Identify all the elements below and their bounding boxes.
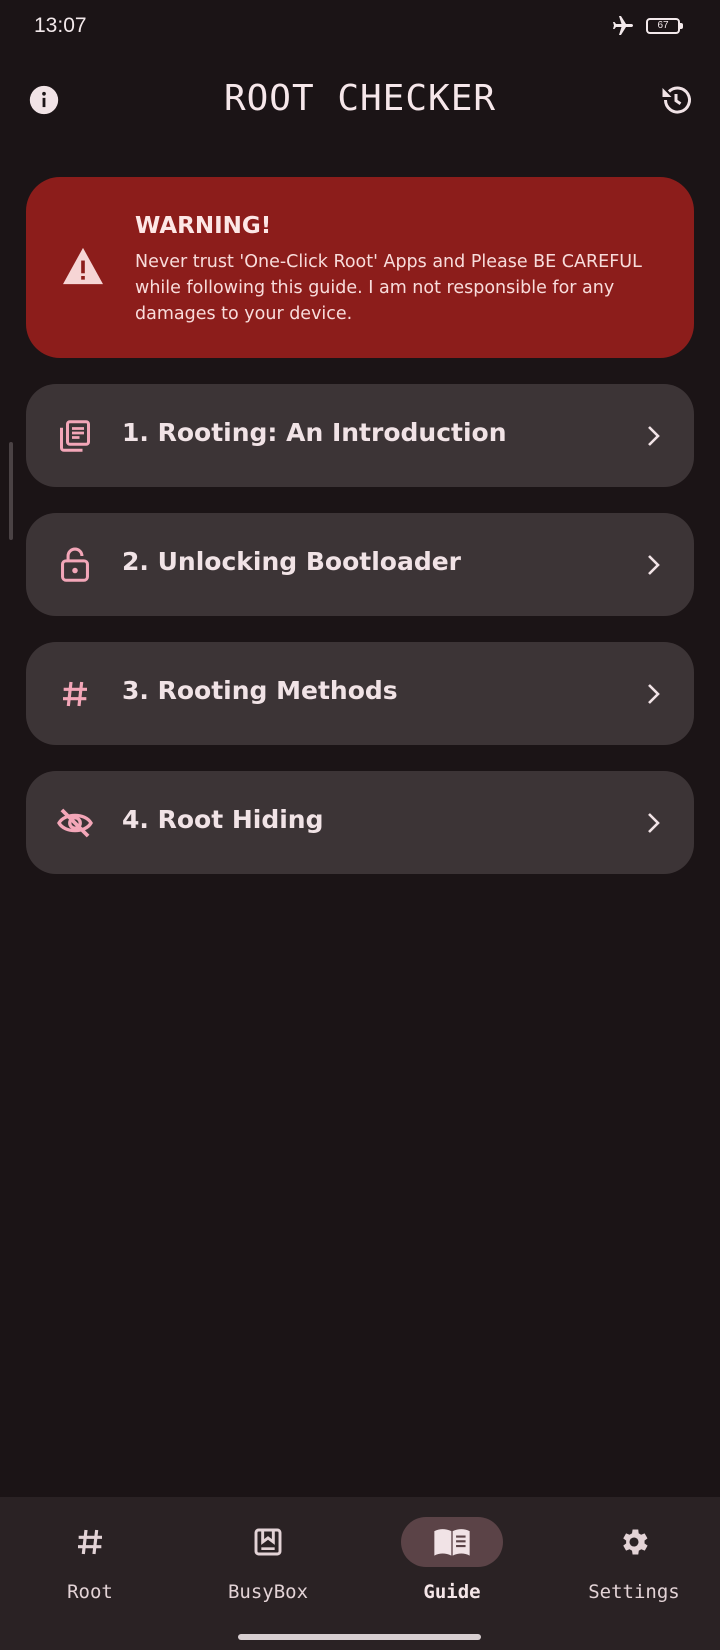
nav-pill [583,1517,685,1567]
nav-item-busybox[interactable]: BusyBox [178,1497,358,1627]
lock-open-icon [56,546,94,584]
nav-label: Settings [588,1581,680,1603]
eye-off-icon [56,804,94,842]
nav-pill-active [401,1517,503,1567]
warning-card: WARNING! Never trust 'One-Click Root' Ap… [26,177,694,358]
chevron-right-icon [648,555,660,575]
hash-icon [56,675,94,713]
status-bar: 13:07 67 [0,0,720,54]
nav-item-root[interactable]: Root [0,1497,180,1627]
warning-icon [63,247,103,285]
history-icon [662,86,691,114]
status-icons: 67 [610,14,683,38]
nav-item-guide[interactable]: Guide [362,1497,542,1627]
guide-list: 1. Rooting: An Introduction 2. Unlocking… [26,384,694,900]
airplane-icon [613,16,633,35]
status-time: 13:07 [34,14,87,37]
nav-pill [39,1517,141,1567]
guide-item-label: 2. Unlocking Bootloader [122,547,462,576]
app-bar: ROOT CHECKER [0,60,720,140]
book-icon [434,1529,470,1556]
battery-level: 67 [657,20,669,31]
nav-label: BusyBox [227,1581,309,1603]
bottom-navigation: Root BusyBox Guide Settings [0,1497,720,1650]
guide-item-root-hiding[interactable]: 4. Root Hiding [26,771,694,874]
guide-item-label: 4. Root Hiding [122,805,324,834]
nav-label: Guide [423,1581,481,1603]
chevron-right-icon [648,426,660,446]
battery-icon: 67 [646,18,683,34]
guide-item-rooting-methods[interactable]: 3. Rooting Methods [26,642,694,745]
warning-text: Never trust 'One-Click Root' Apps and Pl… [135,252,642,324]
home-indicator[interactable] [238,1634,481,1640]
scroll-indicator[interactable] [9,442,13,540]
guide-item-bootloader[interactable]: 2. Unlocking Bootloader [26,513,694,616]
warning-title: WARNING! [135,213,272,239]
hash-icon [78,1529,102,1555]
history-button[interactable] [652,76,700,124]
gear-icon [623,1529,648,1555]
nav-pill [217,1517,319,1567]
guide-item-label: 3. Rooting Methods [122,676,398,705]
chevron-right-icon [648,684,660,704]
article-icon [56,417,94,455]
guide-item-label: 1. Rooting: An Introduction [122,418,507,447]
nav-label: Root [67,1581,113,1603]
guide-item-introduction[interactable]: 1. Rooting: An Introduction [26,384,694,487]
app-title: ROOT CHECKER [223,78,497,119]
busybox-icon [254,1528,282,1556]
chevron-right-icon [648,813,660,833]
nav-item-settings[interactable]: Settings [544,1497,720,1627]
